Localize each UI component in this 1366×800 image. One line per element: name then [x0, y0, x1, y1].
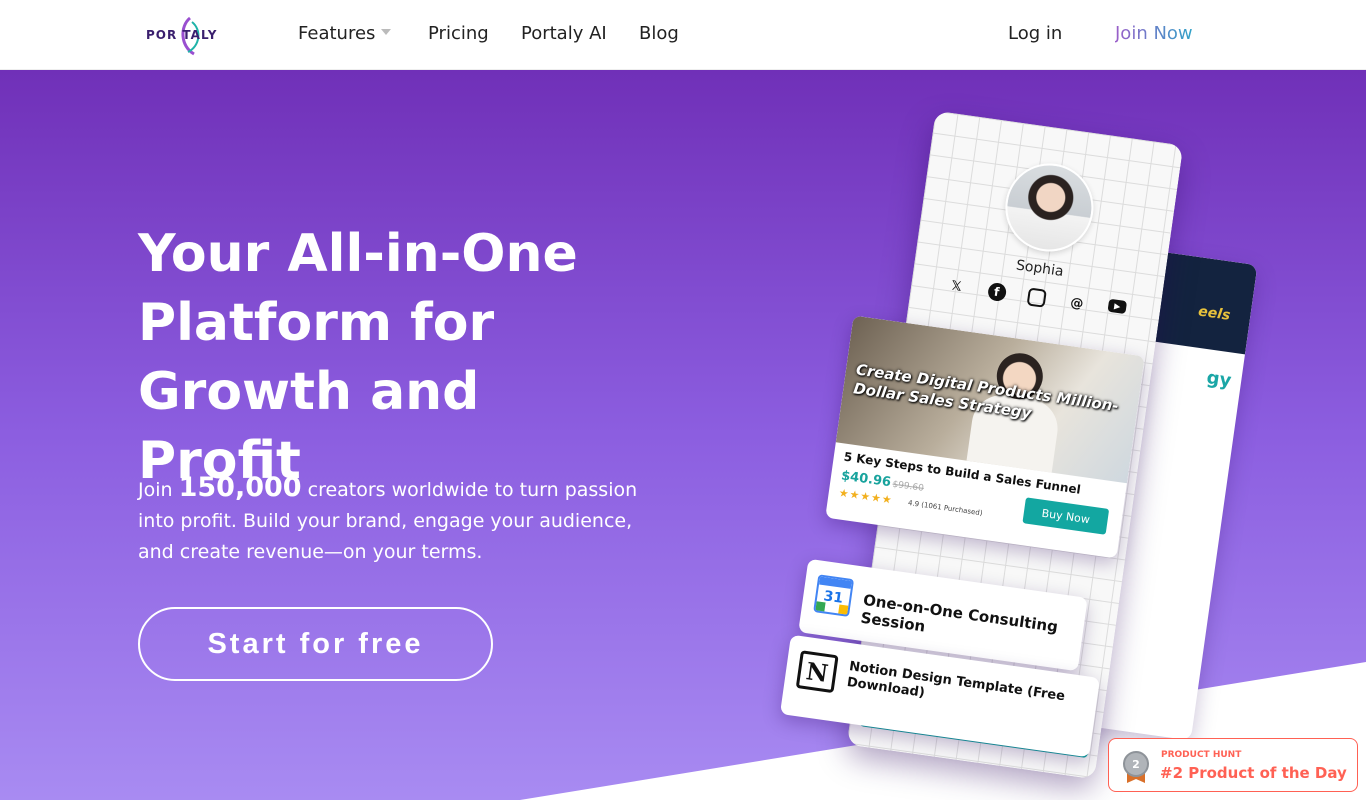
- nav-pricing[interactable]: Pricing: [428, 23, 489, 44]
- join-now-link[interactable]: Join Now: [1115, 23, 1193, 44]
- strategy-fragment: gy: [1205, 367, 1233, 392]
- headline-line-1: Your All-in-One: [138, 224, 578, 284]
- login-link[interactable]: Log in: [1008, 23, 1062, 44]
- subtext-prefix: Join: [138, 479, 179, 501]
- hero-section: Your All-in-One Platform for Growth and …: [0, 70, 1366, 800]
- product-card[interactable]: Create Digital Products Million-Dollar S…: [825, 315, 1145, 559]
- hero-subtext: Join 150,000 creators worldwide to turn …: [138, 472, 638, 568]
- creator-count: 150,000: [178, 472, 302, 503]
- logo-text: POR TALY: [146, 28, 218, 42]
- nav-portaly-ai[interactable]: Portaly AI: [521, 23, 607, 44]
- top-navbar: POR TALY Features Pricing Portaly AI Blo…: [0, 0, 1366, 70]
- nav-blog[interactable]: Blog: [639, 23, 679, 44]
- silver-medal-icon: 2: [1123, 751, 1149, 777]
- product-of-the-day-label: #2 Product of the Day: [1160, 764, 1347, 782]
- instagram-icon[interactable]: [1026, 287, 1047, 308]
- x-icon[interactable]: 𝕏: [946, 276, 966, 296]
- product-hunt-badge[interactable]: 2 PRODUCT HUNT #2 Product of the Day: [1108, 738, 1358, 792]
- nav-features[interactable]: Features: [298, 23, 375, 44]
- portaly-logo[interactable]: POR TALY: [146, 16, 232, 56]
- chevron-down-icon[interactable]: [381, 29, 391, 35]
- rating-text: 4.9 (1061 Purchased): [907, 498, 983, 518]
- facebook-icon[interactable]: f: [986, 281, 1007, 303]
- threads-icon[interactable]: @: [1067, 293, 1087, 313]
- google-calendar-icon: 31: [813, 574, 855, 617]
- start-for-free-button[interactable]: Start for free: [138, 607, 493, 681]
- product-buy-now-button[interactable]: Buy Now: [1022, 497, 1110, 535]
- avatar: [999, 157, 1100, 258]
- product-hunt-label: PRODUCT HUNT: [1161, 750, 1242, 760]
- youtube-icon[interactable]: ▶: [1107, 298, 1128, 315]
- notion-icon: N: [795, 650, 839, 694]
- headline-line-2: Platform for: [138, 293, 495, 353]
- hero-headline: Your All-in-One Platform for Growth and …: [138, 220, 658, 496]
- product-old-price: $99.60: [891, 479, 925, 494]
- notion-template-label: Notion Design Template (Free Download): [845, 659, 1066, 705]
